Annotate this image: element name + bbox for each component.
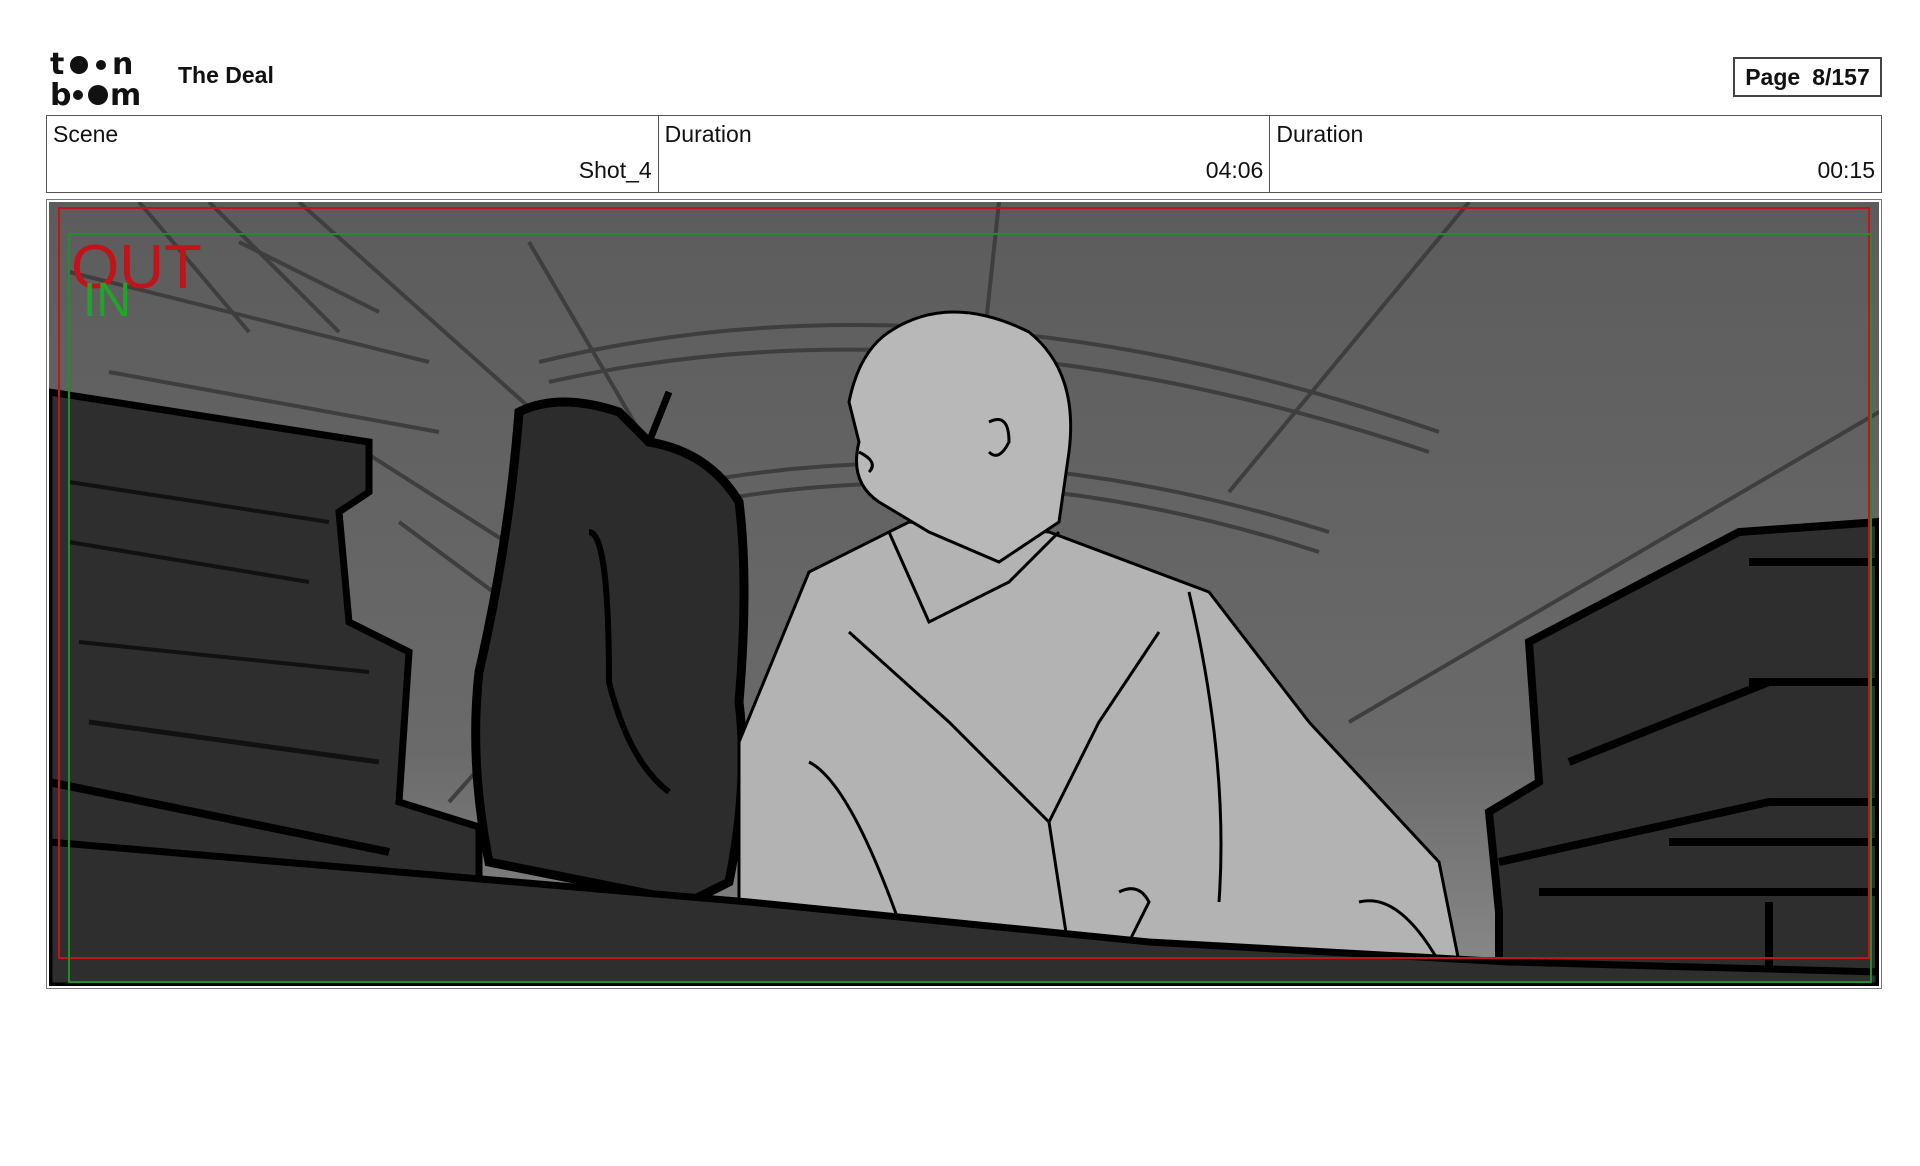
scene-duration-cell: Duration 04:06 <box>659 116 1271 192</box>
page-label: Page <box>1745 63 1801 90</box>
panel-duration-label: Duration <box>1276 121 1364 147</box>
toonboom-logo: t n b m <box>50 50 141 108</box>
scene-duration-label: Duration <box>664 121 752 147</box>
svg-text:b: b <box>50 78 71 108</box>
project-title: The Deal <box>178 62 274 88</box>
scene-cell: Scene Shot_4 <box>47 116 659 192</box>
scene-label: Scene <box>53 121 119 147</box>
shot-info-table: Scene Shot_4 Duration 04:06 Duration 00:… <box>46 115 1882 193</box>
scene-duration-value: 04:06 <box>1205 157 1264 183</box>
in-label: IN <box>83 274 131 327</box>
panel-duration-cell: Duration 00:15 <box>1270 116 1881 192</box>
storyboard-panel: OUT IN <box>46 199 1882 989</box>
page-indicator: Page 8/157 <box>1733 57 1882 97</box>
page-number: 8/157 <box>1812 63 1870 90</box>
panel-drawing: OUT IN <box>49 202 1879 986</box>
panel-duration-value: 00:15 <box>1817 157 1876 183</box>
svg-text:m: m <box>110 78 141 108</box>
scene-value: Shot_4 <box>578 157 652 183</box>
